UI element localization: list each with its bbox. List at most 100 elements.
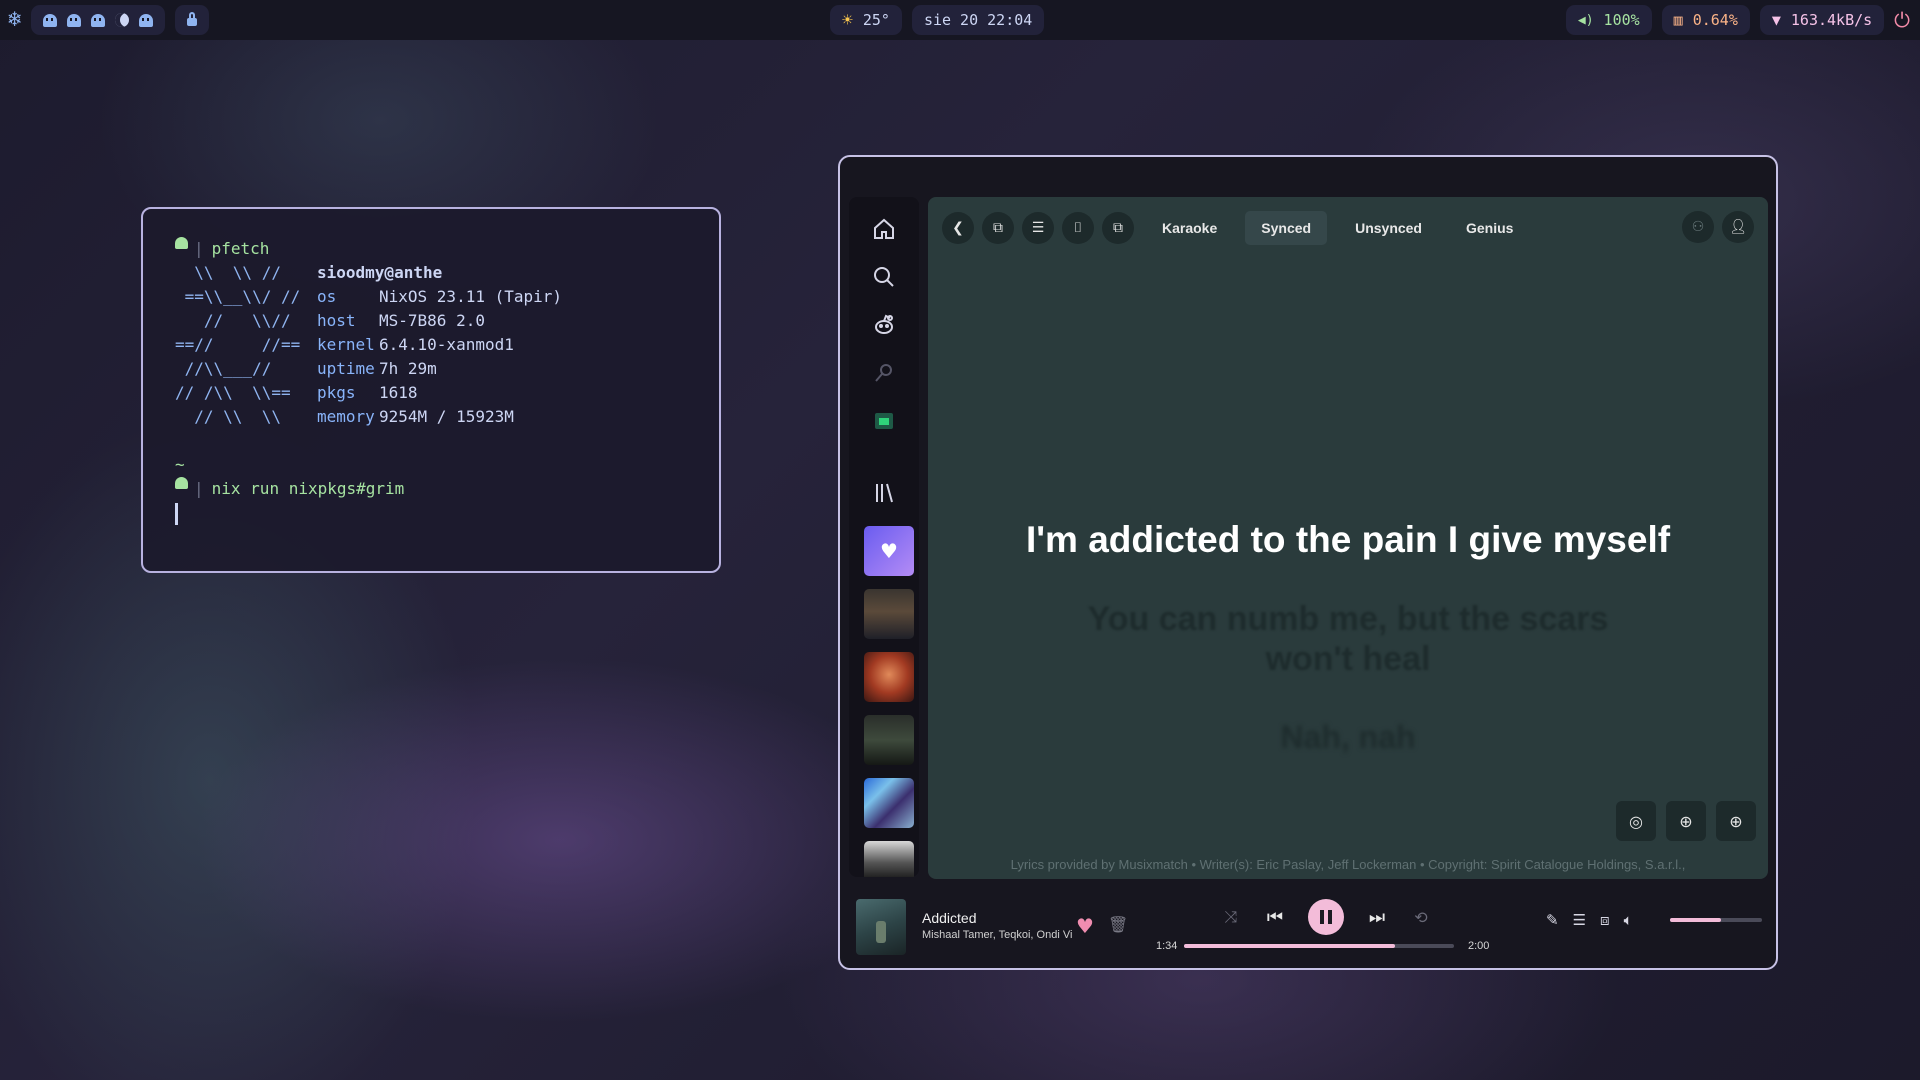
- romaji-icon: ⧉: [1113, 220, 1123, 236]
- wifi-icon: ▼: [1771, 11, 1781, 29]
- profile-button[interactable]: 👤︎: [1722, 211, 1754, 243]
- workspace-active-icon[interactable]: [115, 13, 130, 27]
- prompt-ghost-icon: [175, 237, 188, 249]
- lock-icon[interactable]: [187, 12, 198, 26]
- friends-button[interactable]: ⚇: [1682, 211, 1714, 243]
- fetch-user: sioodmy@anthe: [317, 263, 443, 282]
- library-icon[interactable]: [871, 481, 897, 507]
- back-button[interactable]: ❮: [942, 212, 974, 244]
- liked-songs-playlist[interactable]: ♥: [864, 526, 914, 576]
- input-line[interactable]: [175, 501, 719, 525]
- like-heart-icon[interactable]: ♥: [1076, 914, 1094, 938]
- convert-button[interactable]: ☰: [1022, 212, 1054, 244]
- fetch-key: memory: [317, 407, 375, 426]
- fetch-line: // \\// host MS-7B86 2.0: [175, 309, 719, 333]
- top-bar: ❄ ☀ 25° sie 20 22:04 ◀) 100% ▥ 0.64% ▼ 1…: [0, 0, 1920, 40]
- weather-temp: 25°: [862, 11, 890, 29]
- workspace-2-icon[interactable]: [67, 13, 82, 27]
- folder-icon[interactable]: [871, 409, 897, 435]
- search-icon[interactable]: [871, 265, 897, 291]
- pause-bar: [1328, 910, 1332, 924]
- elapsed-time: 1:34: [1156, 940, 1178, 952]
- logo-line: \\ \\ //: [175, 263, 281, 282]
- track-artists[interactable]: Mishaal Tamer, Teqkoi, Ondi Vil: [922, 929, 1072, 941]
- network-pill[interactable]: ▼ 163.4kB/s: [1759, 5, 1885, 35]
- workspace-5-icon[interactable]: [139, 13, 154, 27]
- fetch-key: pkgs: [317, 383, 356, 402]
- prompt-line-1: | pfetch: [175, 237, 719, 261]
- logo-line: ==\\__\\/ //: [175, 287, 301, 306]
- workspace-3-icon[interactable]: [91, 13, 106, 27]
- fetch-line: \\ \\ // sioodmy@anthe: [175, 261, 719, 285]
- mic-lyrics-icon[interactable]: ✎: [1546, 911, 1559, 929]
- download-lyrics-button[interactable]: ⊕: [1666, 801, 1706, 841]
- home-icon[interactable]: [871, 217, 897, 243]
- friends-icon: ⚇: [1691, 219, 1705, 235]
- shuffle-icon[interactable]: ⤨: [1220, 907, 1242, 927]
- bookmark-button[interactable]: ⌷: [1062, 212, 1094, 244]
- fetch-key: kernel: [317, 335, 375, 354]
- nixos-launcher-icon[interactable]: ❄: [8, 5, 21, 35]
- tab-synced[interactable]: Synced: [1245, 211, 1328, 245]
- current-lyric-line[interactable]: I'm addicted to the pain I give myself: [928, 519, 1768, 561]
- playlist-thumbnail[interactable]: [864, 652, 914, 702]
- fetch-key: host: [317, 311, 356, 330]
- trash-icon[interactable]: 🗑︎: [1108, 915, 1128, 934]
- progress-bar[interactable]: [1184, 944, 1454, 948]
- fetch-key: uptime: [317, 359, 375, 378]
- romaji-button[interactable]: ⧉: [1102, 212, 1134, 244]
- pause-button[interactable]: [1308, 899, 1344, 935]
- translate-button[interactable]: ⧉: [982, 212, 1014, 244]
- tab-genius[interactable]: Genius: [1450, 211, 1529, 245]
- fetch-line: ==// //== kernel 6.4.10-xanmod1: [175, 333, 719, 357]
- compact-mode-button[interactable]: ◎: [1616, 801, 1656, 841]
- queue-icon[interactable]: ☰: [1573, 911, 1586, 929]
- datetime-pill[interactable]: sie 20 22:04: [911, 5, 1045, 35]
- repeat-icon[interactable]: ⟲: [1410, 908, 1432, 927]
- playlist-thumbnail[interactable]: [864, 589, 914, 639]
- fetch-line: ==\\__\\/ // os NixOS 23.11 (Tapir): [175, 285, 719, 309]
- terminal-window[interactable]: | pfetch \\ \\ // sioodmy@anthe ==\\__\\/ …: [141, 207, 721, 573]
- fetch-value: MS-7B86 2.0: [379, 311, 485, 330]
- cpu-icon: ▥: [1673, 11, 1683, 29]
- playlist-thumbnail[interactable]: [864, 715, 914, 765]
- command-2: nix run nixpkgs#grim: [211, 479, 405, 498]
- translate-icon: ⧉: [993, 220, 1003, 236]
- eye-icon: ◎: [1629, 811, 1643, 831]
- reddit-icon[interactable]: [871, 313, 897, 339]
- next-lyric-line[interactable]: You can numb me, but the scars won't hea…: [928, 599, 1768, 679]
- tab-unsynced[interactable]: Unsynced: [1339, 211, 1438, 245]
- marketplace-icon[interactable]: [871, 361, 897, 387]
- track-title[interactable]: Addicted: [922, 910, 976, 926]
- volume-icon[interactable]: 🔈︎: [1624, 911, 1633, 929]
- add-lyrics-button[interactable]: ⊕: [1716, 801, 1756, 841]
- lock-pill: [175, 5, 210, 35]
- convert-icon: ☰: [1031, 220, 1045, 236]
- upcoming-lyric-line[interactable]: Nah, nah: [928, 719, 1768, 756]
- volume-value: 100%: [1603, 11, 1640, 29]
- logo-line: // \\//: [175, 311, 291, 330]
- logo-line: // \\ \\: [175, 407, 281, 426]
- volume-slider[interactable]: [1670, 918, 1762, 922]
- playlist-thumbnail[interactable]: [864, 841, 914, 877]
- prompt-separator: |: [194, 239, 204, 258]
- playlist-thumbnail[interactable]: [864, 778, 914, 828]
- clock-area: ☀ 25° sie 20 22:04: [830, 5, 1045, 35]
- progress-fill: [1184, 944, 1395, 948]
- album-cover[interactable]: [856, 899, 906, 955]
- fetch-line: // \\ \\ memory 9254M / 15923M: [175, 405, 719, 429]
- tab-karaoke[interactable]: Karaoke: [1146, 211, 1233, 245]
- volume-pill[interactable]: ◀) 100%: [1565, 5, 1652, 35]
- connect-device-icon[interactable]: ⧈: [1600, 911, 1610, 929]
- prompt-separator: |: [194, 479, 204, 498]
- workspace-1-icon[interactable]: [43, 13, 58, 27]
- heart-icon: ♥: [880, 539, 898, 563]
- power-icon[interactable]: ⏻: [1894, 8, 1910, 32]
- lyrics-credits: Lyrics provided by Musixmatch • Writer(s…: [1010, 857, 1686, 872]
- spotify-window: ♥ ❮ ⧉ ☰ ⌷ ⧉ Karaoke Synced Unsynced Geni…: [838, 155, 1778, 970]
- fetch-value: 9254M / 15923M: [379, 407, 514, 426]
- logo-line: // /\\ \\==: [175, 383, 291, 402]
- next-icon[interactable]: ⏭︎: [1366, 907, 1388, 928]
- previous-icon[interactable]: ⏮︎: [1264, 907, 1286, 928]
